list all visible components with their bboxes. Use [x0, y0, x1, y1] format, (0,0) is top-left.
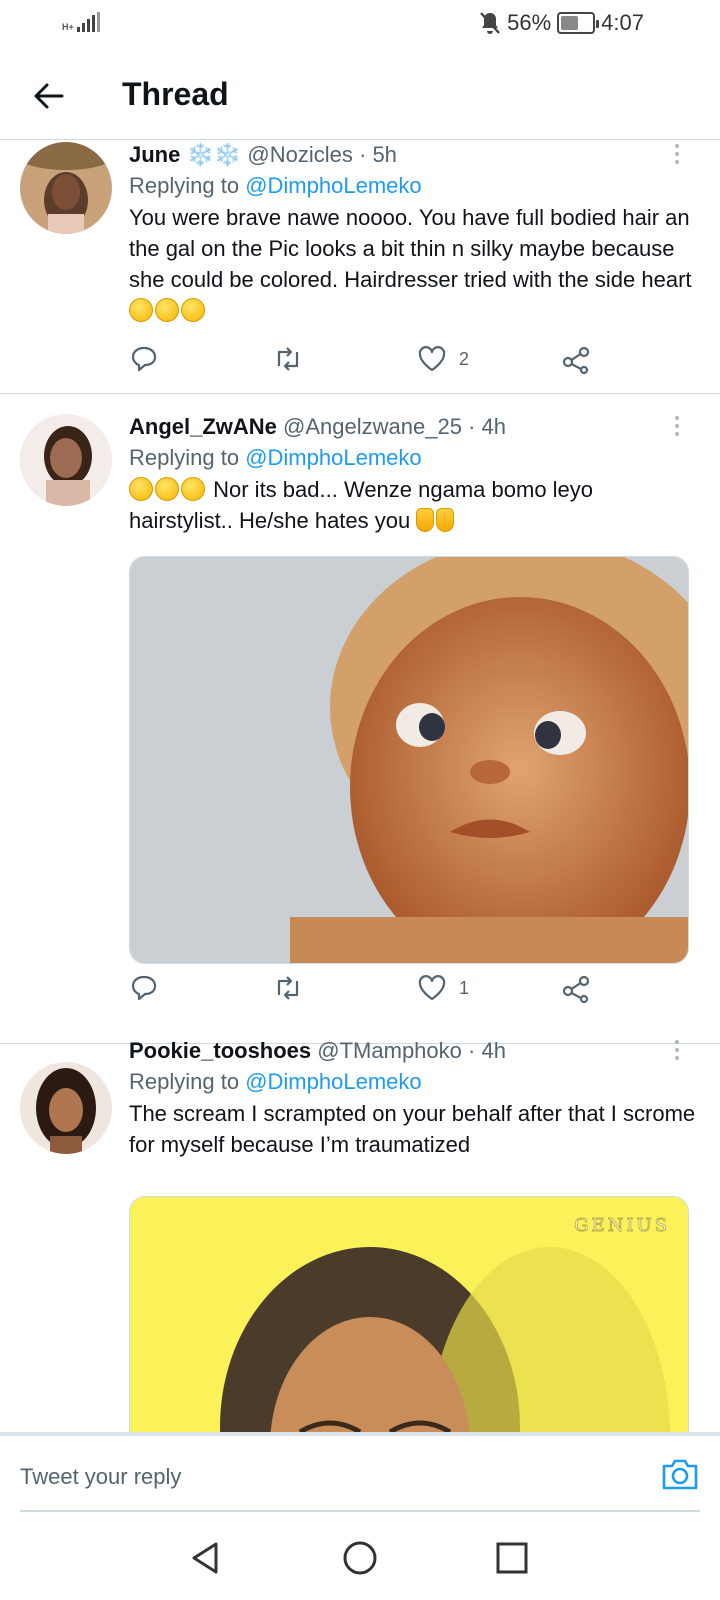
avatar[interactable]: [20, 414, 112, 506]
reply-button[interactable]: [129, 970, 159, 1006]
tweet-time: · 4h: [468, 414, 506, 439]
tweet-meta: Pookie_tooshoes @TMamphoko · 4h: [129, 1036, 696, 1066]
like-icon: [418, 975, 446, 1001]
share-icon: [562, 346, 590, 374]
share-button[interactable]: [561, 341, 591, 377]
tweet[interactable]: June ❄️❄️ @Nozicles · 5h Replying to @Di…: [0, 140, 720, 394]
like-button[interactable]: 2: [417, 341, 469, 377]
genius-watermark: GENIUS: [574, 1215, 670, 1236]
laughing-emoji-icon: [155, 477, 179, 501]
user-handle[interactable]: @TMamphoko: [317, 1038, 462, 1063]
display-name[interactable]: Angel_ZwANe: [129, 414, 277, 439]
signal-icon: H+: [62, 12, 100, 32]
status-bar: H+ 56% 4:07: [0, 0, 720, 48]
like-count: 2: [459, 348, 470, 369]
tweet-text-content: You were brave nawe noooo. You have full…: [129, 205, 692, 292]
retweet-icon: [277, 976, 299, 1000]
more-icon[interactable]: [674, 416, 680, 438]
reply-button[interactable]: [129, 341, 159, 377]
user-handle[interactable]: @Angelzwane_25: [283, 414, 462, 439]
tweet-time: · 5h: [359, 142, 397, 167]
display-name[interactable]: Pookie_tooshoes: [129, 1038, 311, 1063]
replying-to: Replying to @DimphoLemeko: [129, 442, 696, 474]
mention-link[interactable]: @DimphoLemeko: [245, 445, 421, 470]
share-button[interactable]: [561, 970, 591, 1006]
name-emoji: ❄️❄️: [186, 142, 242, 167]
replying-prefix: Replying to: [129, 173, 240, 198]
share-icon: [562, 975, 590, 1003]
grin-emoji-icon: [181, 298, 205, 322]
halo-emoji-icon: [129, 298, 153, 322]
laughing-emoji-icon: [129, 477, 153, 501]
clock: 4:07: [601, 10, 644, 35]
tweet-image[interactable]: GENIUS: [129, 1196, 689, 1456]
more-icon[interactable]: [674, 1040, 680, 1062]
tweet-image[interactable]: [129, 556, 689, 964]
tweet-actions: 2: [129, 341, 609, 377]
tweet-time: · 4h: [468, 1038, 506, 1063]
tweet-text: The scream I scrampted on your behalf af…: [129, 1101, 696, 1157]
nav-back-icon[interactable]: [186, 1538, 226, 1578]
reply-input[interactable]: Tweet your reply: [20, 1436, 700, 1512]
battery-icon: [557, 12, 600, 34]
smile-emoji-icon: [155, 298, 179, 322]
replying-prefix: Replying to: [129, 445, 240, 470]
reply-icon: [131, 975, 157, 1001]
network-type: H+: [62, 22, 74, 32]
retweet-button[interactable]: [273, 970, 303, 1006]
reply-bar: Tweet your reply: [0, 1432, 720, 1512]
replying-to: Replying to @DimphoLemeko: [129, 1066, 696, 1098]
like-button[interactable]: 1: [417, 970, 469, 1006]
user-handle[interactable]: @Nozicles: [247, 142, 352, 167]
tweet-text: You were brave nawe noooo. You have full…: [129, 202, 696, 326]
like-count: 1: [459, 977, 470, 998]
laughing-emoji-icon: [181, 477, 205, 501]
tweet-text: Nor its bad... Wenze ngama bomo leyo hai…: [129, 474, 696, 536]
replying-prefix: Replying to: [129, 1069, 240, 1094]
page-title: Thread: [122, 76, 229, 112]
battery-percent: 56%: [507, 10, 552, 35]
crossed-fingers-emoji-icon: [416, 508, 435, 532]
back-arrow-icon[interactable]: [28, 76, 68, 116]
tweet-meta: Angel_ZwANe @Angelzwane_25 · 4h: [129, 412, 696, 442]
avatar[interactable]: [20, 142, 112, 234]
system-nav-bar: [0, 1520, 720, 1600]
display-name[interactable]: June: [129, 142, 180, 167]
avatar[interactable]: [20, 1062, 112, 1154]
mention-link[interactable]: @DimphoLemeko: [245, 1069, 421, 1094]
reply-icon: [131, 346, 157, 372]
mute-icon: [480, 12, 501, 34]
nav-home-icon[interactable]: [340, 1538, 380, 1578]
mention-link[interactable]: @DimphoLemeko: [245, 173, 421, 198]
camera-icon[interactable]: [660, 1456, 700, 1492]
nav-recents-icon[interactable]: [492, 1538, 532, 1578]
tweet[interactable]: Pookie_tooshoes @TMamphoko · 4h Replying…: [0, 1038, 720, 1456]
tweet-meta: June ❄️❄️ @Nozicles · 5h: [129, 140, 696, 170]
thread-header: Thread: [0, 56, 720, 140]
retweet-button[interactable]: [273, 341, 303, 377]
replying-to: Replying to @DimphoLemeko: [129, 170, 696, 202]
more-icon[interactable]: [674, 144, 680, 166]
tweet-actions: 1: [129, 970, 609, 1006]
crossed-fingers-emoji-icon: [436, 508, 455, 532]
retweet-icon: [277, 347, 299, 371]
like-icon: [418, 346, 446, 372]
tweet[interactable]: Angel_ZwANe @Angelzwane_25 · 4h Replying…: [0, 394, 720, 1044]
